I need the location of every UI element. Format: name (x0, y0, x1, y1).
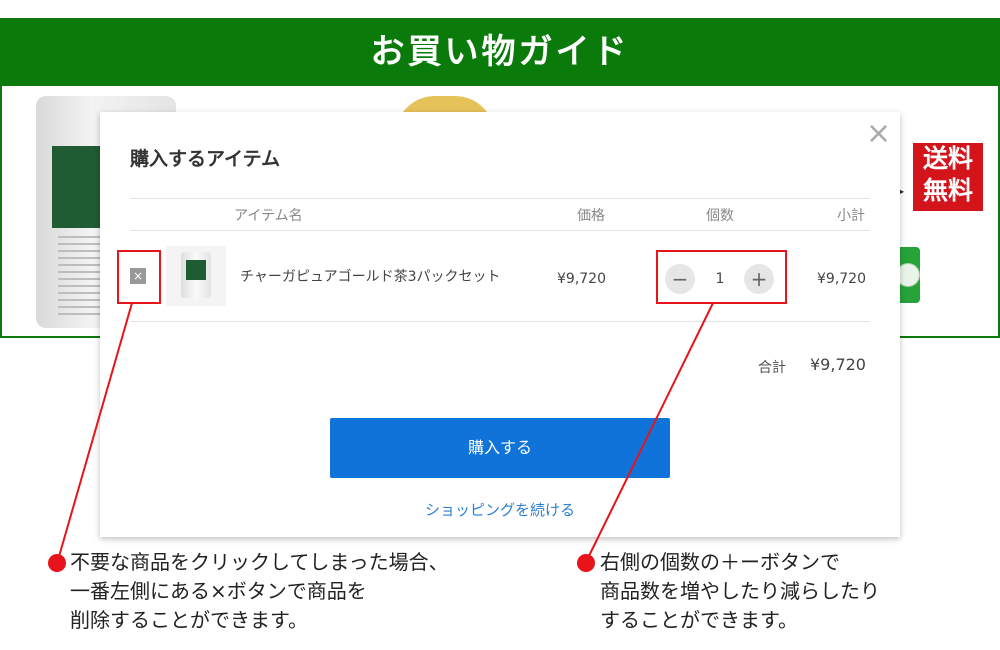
qty-note: 右側の個数の＋ーボタンで 商品数を増やしたり減らしたり することができます。 (600, 548, 880, 635)
remove-pointer-line (57, 302, 133, 561)
qty-note-line2: 商品数を増やしたり減らしたり (600, 579, 880, 603)
remove-note-line3: 削除することができます。 (70, 608, 308, 632)
qty-note-line3: することができます。 (600, 608, 798, 632)
qty-note-line1: 右側の個数の＋ーボタンで (600, 550, 840, 574)
qty-pointer-line (586, 302, 714, 561)
qty-note-dot (577, 554, 595, 572)
remove-note-line2: 一番左側にある×ボタンで商品を (70, 579, 367, 603)
remove-note-dot (48, 554, 66, 572)
remove-note: 不要な商品をクリックしてしまった場合、 一番左側にある×ボタンで商品を 削除する… (70, 548, 449, 635)
remove-note-line1: 不要な商品をクリックしてしまった場合、 (70, 550, 449, 574)
